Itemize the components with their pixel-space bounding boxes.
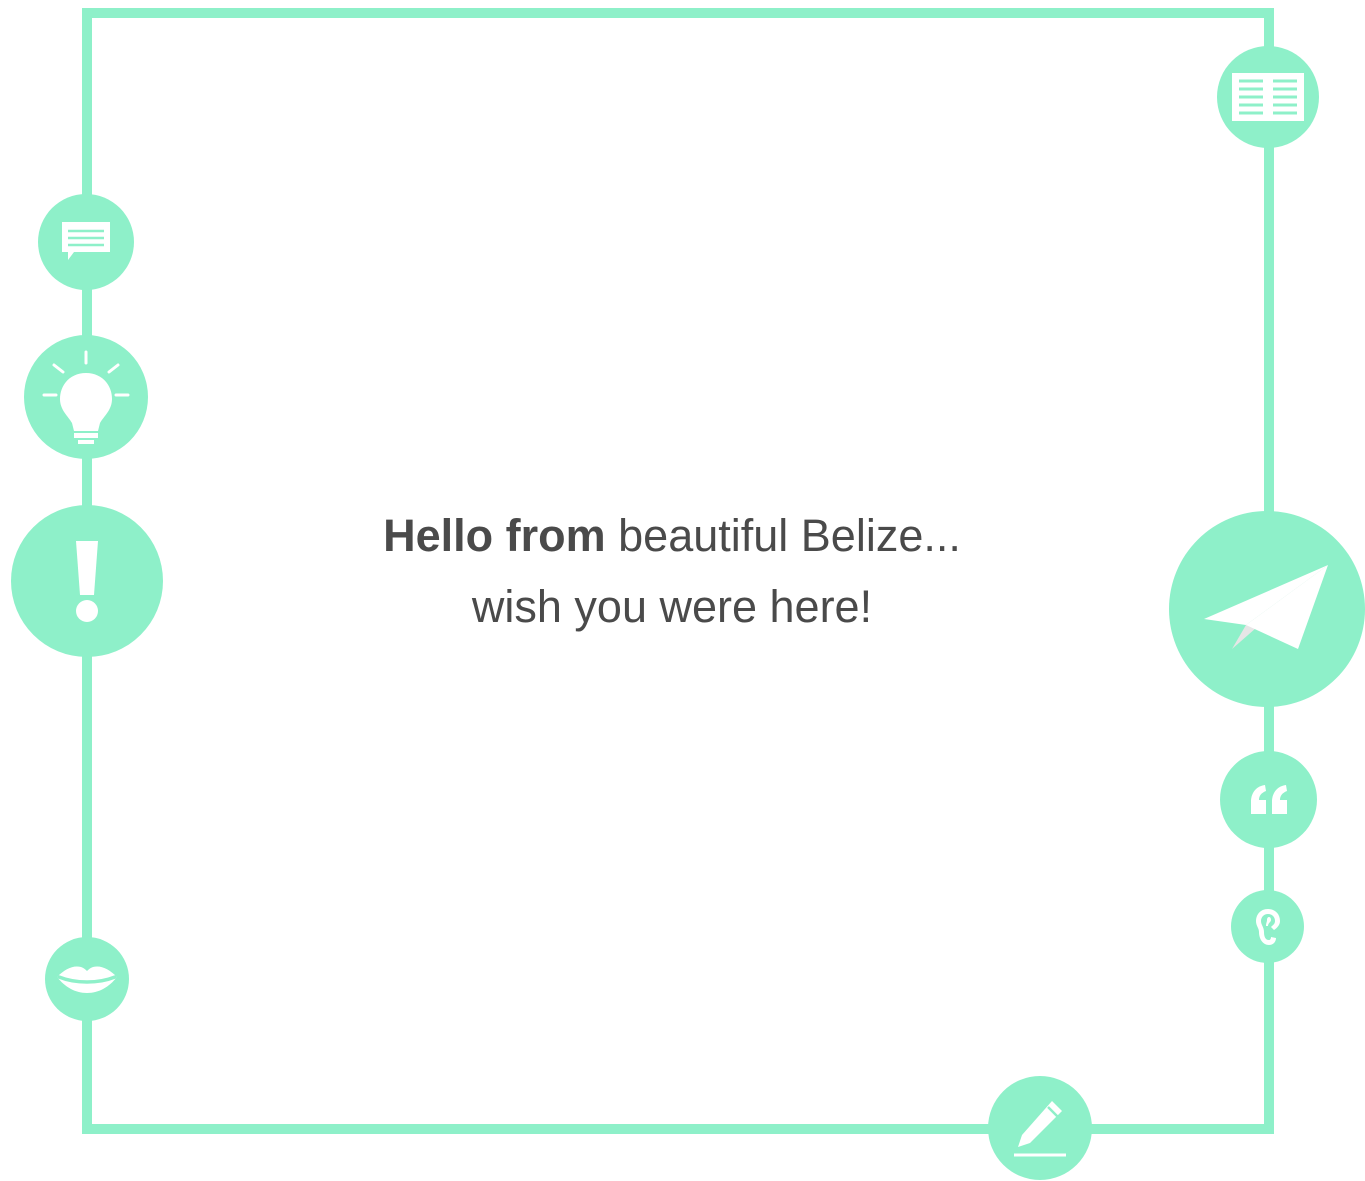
chat-icon[interactable] bbox=[38, 194, 134, 290]
postcard-message: Hello from beautiful Belize... wish you … bbox=[290, 500, 1054, 642]
lips-icon[interactable] bbox=[45, 937, 129, 1021]
message-greeting: Hello from bbox=[383, 510, 606, 561]
paper-plane-icon[interactable] bbox=[1169, 511, 1365, 707]
message-line-2: wish you were here! bbox=[471, 581, 873, 632]
quote-icon[interactable] bbox=[1220, 751, 1317, 848]
exclamation-icon[interactable] bbox=[11, 505, 163, 657]
pencil-icon[interactable] bbox=[988, 1076, 1092, 1180]
ear-icon[interactable] bbox=[1231, 890, 1304, 963]
lightbulb-icon[interactable] bbox=[24, 335, 148, 459]
message-line-1: Hello from beautiful Belize... bbox=[290, 500, 1054, 571]
newspaper-icon[interactable] bbox=[1217, 46, 1319, 148]
message-location: beautiful Belize... bbox=[605, 510, 961, 561]
